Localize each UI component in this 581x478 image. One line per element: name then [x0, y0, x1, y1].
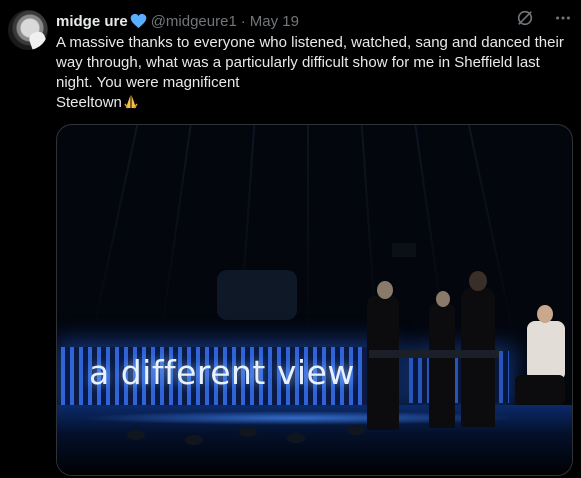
separator: · — [240, 12, 246, 30]
folded-hands-icon — [122, 93, 140, 109]
screen-overlay-text: a different view — [89, 353, 355, 392]
grok-icon[interactable] — [515, 8, 535, 28]
tweet-header: midge ure @midgeure1 · May 19 — [56, 11, 573, 31]
tweet-steeltown: Steeltown — [56, 94, 122, 111]
avatar[interactable] — [8, 10, 48, 50]
tweet-body: A massive thanks to everyone who listene… — [56, 34, 564, 91]
handle[interactable]: @midgeure1 — [151, 13, 237, 30]
concert-photo: a different view — [57, 125, 572, 475]
display-name[interactable]: midge ure — [56, 13, 128, 30]
more-icon[interactable] — [553, 8, 573, 28]
blue-heart-icon — [130, 13, 147, 29]
tweet-hashtag-line: Steeltown — [56, 93, 576, 113]
tweet-image[interactable]: a different view — [56, 124, 573, 476]
tweet-text: A massive thanks to everyone who listene… — [56, 33, 576, 113]
timestamp[interactable]: May 19 — [250, 13, 299, 30]
